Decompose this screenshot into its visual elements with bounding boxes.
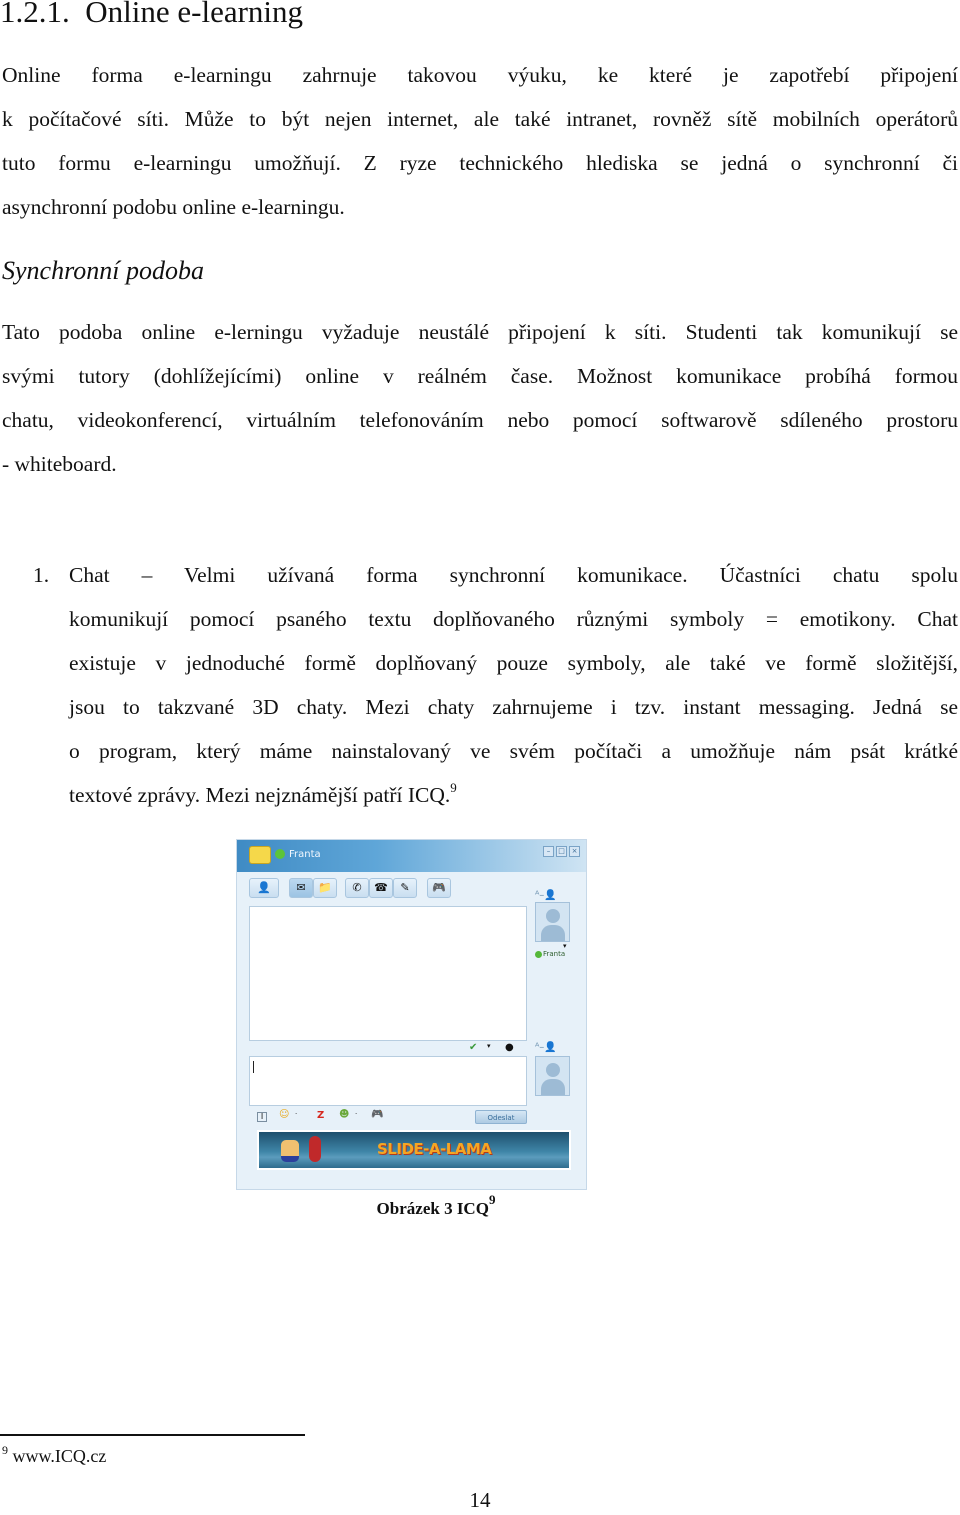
- ad-banner[interactable]: SLIDE-A-LAMA: [257, 1130, 571, 1170]
- list-item-last-line: textové zprávy. Mezi nejznámější patří I…: [69, 773, 958, 817]
- subsection-line: chatu, videokonferencí, virtuálním telef…: [2, 408, 958, 432]
- figure-caption: Obrázek 3 ICQ9: [0, 1193, 960, 1219]
- nudge-icon[interactable]: Z: [317, 1110, 324, 1121]
- subsection-title: Synchronní podoba: [2, 256, 204, 285]
- contact-card-icon[interactable]: 👤: [249, 878, 279, 898]
- icq-screenshot: Franta – □ × 👤 ✉ 📁 ✆ ☎ ✎ 🎮 ᴬ–👤 ▾ Franta …: [236, 839, 587, 1190]
- avatar-head: [546, 909, 560, 923]
- subsection-line: Tato podoba online e-lerningu vyžaduje n…: [2, 320, 958, 344]
- banner-character: [281, 1140, 299, 1162]
- chevron-down-icon[interactable]: ▾: [487, 1042, 491, 1050]
- footnote-ref[interactable]: 9: [450, 780, 457, 795]
- avatar-body: [541, 925, 565, 941]
- avatar-size-icon[interactable]: ᴬ–👤: [535, 1042, 557, 1053]
- section-title: Online e-learning: [85, 0, 304, 29]
- chevron-down-icon[interactable]: ·: [355, 1110, 357, 1118]
- contact-name: Franta: [289, 849, 321, 860]
- close-icon[interactable]: ×: [569, 846, 580, 857]
- avatar-label: Franta: [535, 950, 565, 958]
- toolbar-group: 🎮: [427, 878, 451, 898]
- list-item-line: textové zprávy. Mezi nejznámější patří I…: [69, 783, 451, 807]
- icq-logo-icon: [249, 846, 271, 864]
- toolbar-group: ✉ 📁: [289, 878, 337, 898]
- file-transfer-icon[interactable]: 📁: [313, 878, 337, 898]
- gamepad-icon[interactable]: 🎮: [371, 1109, 383, 1120]
- send-button[interactable]: Odeslat: [475, 1110, 527, 1124]
- avatar-head: [546, 1063, 560, 1077]
- list-item-line: jsou to takzvané 3D chaty. Mezi chaty za…: [69, 695, 958, 719]
- block-icon[interactable]: ●: [505, 1042, 514, 1053]
- message-input[interactable]: [249, 1056, 527, 1106]
- caption-text: Obrázek 3 ICQ: [376, 1199, 489, 1218]
- online-status-icon: [275, 849, 285, 859]
- sms-icon[interactable]: ✎: [393, 878, 417, 898]
- section-number: 1.2.1.: [0, 0, 70, 29]
- banner-title: SLIDE-A-LAMA: [377, 1140, 492, 1158]
- emoticon-icon[interactable]: ☻: [339, 1109, 349, 1120]
- chevron-down-icon[interactable]: ▾: [563, 942, 567, 950]
- chat-icon[interactable]: ✉: [289, 878, 313, 898]
- avatar-body: [541, 1079, 565, 1095]
- footnote-divider: [0, 1434, 305, 1436]
- contact-avatar: [535, 902, 570, 942]
- footnote-number: 9: [2, 1443, 8, 1457]
- maximize-icon[interactable]: □: [556, 846, 567, 857]
- window-controls: – □ ×: [543, 846, 580, 857]
- intro-line: tuto formu e-learningu umožňují. Z ryze …: [2, 151, 958, 175]
- footnote: 9 www.ICQ.cz: [2, 1443, 107, 1467]
- spellcheck-icon[interactable]: ✔: [469, 1042, 477, 1053]
- voice-icon[interactable]: ☎: [369, 878, 393, 898]
- icq-title-bar: Franta – □ ×: [237, 840, 586, 872]
- footnote-text[interactable]: www.ICQ.cz: [13, 1446, 107, 1466]
- games-icon[interactable]: 🎮: [427, 878, 451, 898]
- chevron-down-icon[interactable]: ·: [295, 1110, 297, 1118]
- chat-history: [249, 906, 527, 1041]
- toolbar-group: ✆ ☎ ✎: [345, 878, 417, 898]
- font-icon[interactable]: I: [257, 1112, 267, 1122]
- call-icon[interactable]: ✆: [345, 878, 369, 898]
- avatar-size-icon[interactable]: ᴬ–👤: [535, 890, 557, 901]
- intro-line: asynchronní podobu online e-learningu.: [2, 195, 345, 219]
- subsection-line: - whiteboard.: [2, 452, 117, 476]
- online-status-icon: [535, 950, 542, 958]
- section-heading: 1.2.1. Online e-learning: [0, 0, 303, 30]
- text-caret: [253, 1061, 254, 1073]
- own-avatar: [535, 1056, 570, 1096]
- list-item-line: komunikují pomocí psaného textu doplňova…: [69, 607, 958, 631]
- avatar-name: Franta: [543, 950, 566, 958]
- list-item-line: o program, který máme nainstalovaný ve s…: [69, 739, 958, 763]
- intro-line: Online forma e-learningu zahrnuje takovo…: [2, 63, 958, 87]
- intro-line: k počítačové síti. Může to být nejen int…: [2, 107, 958, 131]
- smiley-icon[interactable]: ☺: [279, 1109, 289, 1120]
- banner-punching-bag: [309, 1136, 321, 1162]
- subsection-line: svými tutory (dohlížejícími) online v re…: [2, 364, 958, 388]
- toolbar-group: 👤: [249, 878, 279, 898]
- list-item-line: Chat – Velmi užívaná forma synchronní ko…: [69, 563, 958, 587]
- list-item-line: existuje v jednoduché formě doplňovaný p…: [69, 651, 958, 675]
- list-item-number: 1.: [33, 563, 50, 587]
- footnote-ref[interactable]: 9: [489, 1192, 496, 1207]
- minimize-icon[interactable]: –: [543, 846, 554, 857]
- page-number: 14: [469, 1488, 491, 1512]
